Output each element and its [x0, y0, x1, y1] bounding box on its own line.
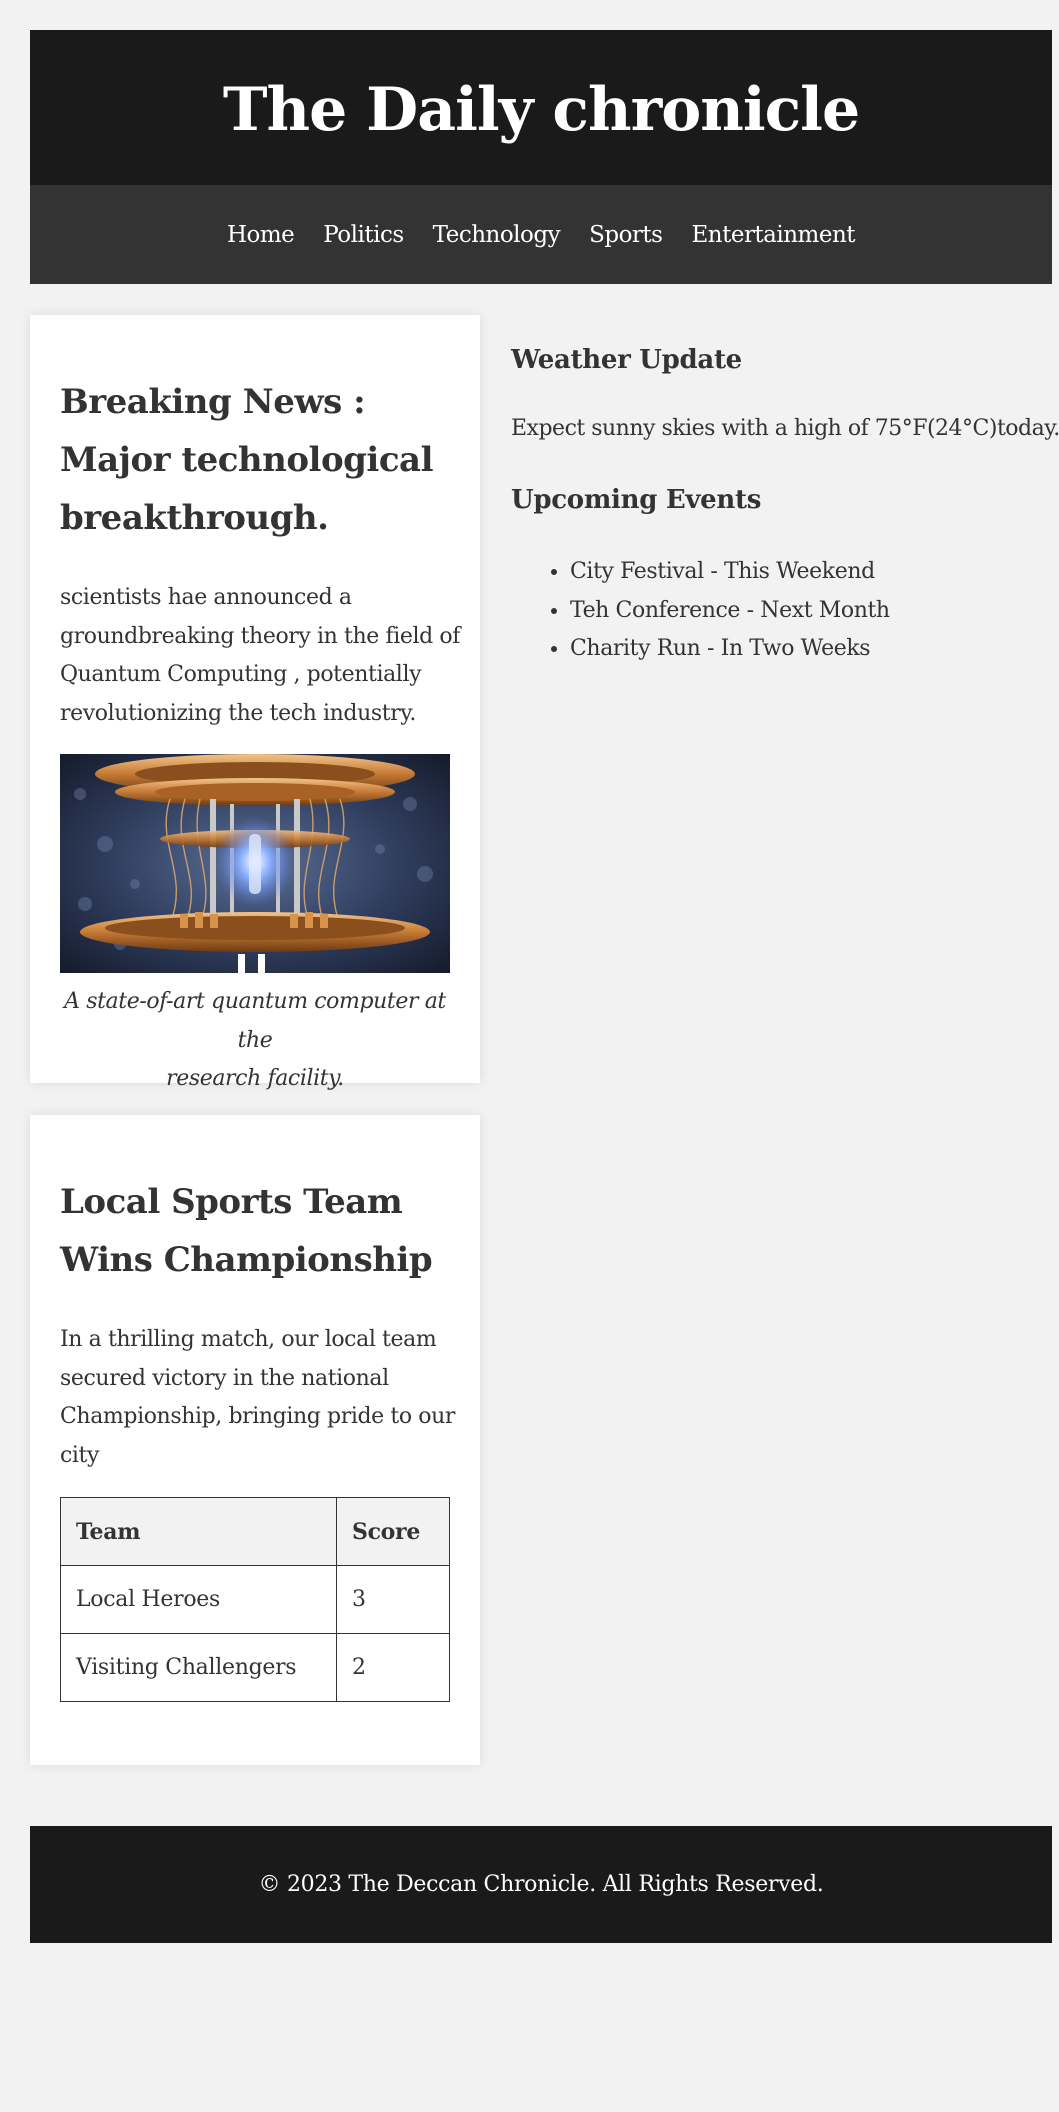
nav-link-home[interactable]: Home — [227, 222, 295, 248]
image-caption: A state-of-art quantum computer at the r… — [60, 983, 450, 1099]
team-cell: Local Heroes — [60, 1565, 337, 1634]
team-cell: Visiting Challengers — [60, 1633, 337, 1702]
site-footer: © 2023 The Deccan Chronicle. All Rights … — [30, 1826, 1052, 1943]
article-body: In a thrilling match, our local team sec… — [60, 1321, 455, 1475]
article-body-line: groundbreaking theory in the field of — [60, 623, 460, 649]
site-title: The Daily chronicle — [222, 74, 860, 145]
column-header-score: Score — [336, 1497, 450, 1566]
article-title-line: Wins Championship — [60, 1240, 433, 1280]
events-title: Upcoming Events — [511, 485, 762, 515]
list-item: Charity Run - In Two Weeks — [570, 630, 1059, 669]
list-item: Teh Conference - Next Month — [570, 592, 1059, 631]
table-row: Local Heroes 3 — [60, 1565, 450, 1634]
nav-link-entertainment[interactable]: Entertainment — [691, 222, 855, 248]
weather-title: Weather Update — [511, 345, 742, 375]
article-breaking-news: Breaking News : Major technological brea… — [30, 315, 480, 1091]
article-body-line: Championship, bringing pride to our — [60, 1404, 455, 1429]
weather-text: Expect sunny skies with a high of 75°F(2… — [511, 416, 1059, 441]
main-nav: Home Politics Technology Sports Entertai… — [30, 185, 1052, 284]
score-table: Team Score Local Heroes 3 Visiting Chall… — [60, 1497, 450, 1702]
article-title-line: breakthrough. — [60, 498, 329, 538]
masthead: The Daily chronicle — [30, 30, 1052, 185]
article-body-line: Quantum Computing , potentially — [60, 662, 422, 687]
article-title-line: Major technological — [60, 440, 433, 480]
quantum-computer-image — [60, 754, 450, 973]
article-title: Breaking News : Major technological brea… — [60, 373, 433, 547]
article-body-line: city — [60, 1442, 100, 1468]
score-cell: 3 — [336, 1565, 450, 1634]
article-body-line: revolutionizing the tech industry. — [60, 700, 416, 726]
article-body-line: scientists hae announced a — [60, 585, 352, 610]
caption-line: A state-of-art quantum computer at the — [64, 989, 446, 1053]
column-header-team: Team — [60, 1497, 337, 1566]
nav-link-technology[interactable]: Technology — [433, 222, 561, 248]
article-body-line: In a thrilling match, our local team — [60, 1327, 437, 1352]
footer-copyright: © 2023 The Deccan Chronicle. All Rights … — [258, 1872, 824, 1897]
table-header-row: Team Score — [60, 1497, 450, 1566]
article-title-line: Local Sports Team — [60, 1182, 403, 1222]
article-sports: Local Sports Team Wins Championship In a… — [30, 1115, 480, 1765]
table-row: Visiting Challengers 2 — [60, 1633, 450, 1702]
article-title-line: Breaking News : — [60, 382, 366, 422]
article-body: scientists hae announced a groundbreakin… — [60, 579, 460, 733]
article-title: Local Sports Team Wins Championship — [60, 1173, 433, 1289]
site-header: The Daily chronicle Home Politics Techno… — [30, 30, 1052, 284]
score-cell: 2 — [336, 1633, 450, 1702]
list-item: City Festival - This Weekend — [570, 553, 1059, 592]
article-body-line: secured victory in the national — [60, 1365, 389, 1391]
events-list: City Festival - This Weekend Teh Confere… — [511, 553, 1059, 669]
caption-line: research facility. — [166, 1066, 344, 1091]
nav-link-sports[interactable]: Sports — [589, 222, 663, 248]
nav-link-politics[interactable]: Politics — [323, 222, 404, 248]
